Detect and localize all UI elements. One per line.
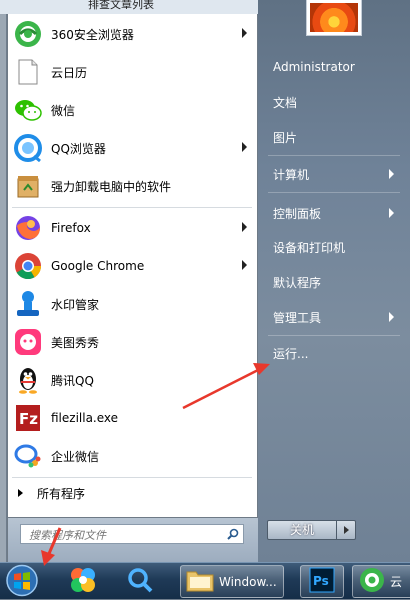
taskbar-item-360-browser[interactable]: 云 <box>352 565 410 598</box>
program-label: filezilla.exe <box>51 411 119 425</box>
uninstaller-icon <box>13 171 43 201</box>
submenu-arrow-icon <box>389 312 394 322</box>
taskbar-item-pinwheel[interactable] <box>62 565 104 598</box>
search-area <box>7 518 258 562</box>
program-label: Firefox <box>51 221 91 235</box>
program-qq-browser[interactable]: QQ浏览器 <box>8 129 257 167</box>
svg-text:Fz: Fz <box>19 410 38 428</box>
pinwheel-app-icon <box>68 565 98 598</box>
taskbar-item-windows-explorer[interactable]: Window... <box>180 565 284 598</box>
chevron-right-icon <box>344 526 349 534</box>
separator <box>268 155 400 156</box>
windows-start-orb-icon <box>4 564 40 600</box>
search-box[interactable] <box>20 524 244 544</box>
menu-item-run[interactable]: 运行... <box>266 336 404 370</box>
program-label: 美图秀秀 <box>51 335 100 350</box>
program-label: 360安全浏览器 <box>51 27 134 42</box>
meitu-icon <box>13 327 43 357</box>
program-meitu[interactable]: 美图秀秀 <box>8 323 257 361</box>
program-label: 云日历 <box>51 65 88 80</box>
program-wecom[interactable]: 企业微信 <box>8 437 257 475</box>
program-label: 腾讯QQ <box>51 373 94 388</box>
wechat-icon <box>13 95 43 125</box>
submenu-arrow-icon <box>389 169 394 179</box>
start-menu-programs-pane: 360安全浏览器 云日历 微信 QQ浏览器 强力卸载电脑中的软件 Firefox <box>7 14 258 518</box>
program-cloud-calendar[interactable]: 云日历 <box>8 53 257 91</box>
program-label: 企业微信 <box>51 449 100 464</box>
search-app-icon <box>126 566 154 597</box>
separator <box>12 207 252 208</box>
menu-item-documents[interactable]: 文档 <box>266 85 404 119</box>
qq-penguin-icon <box>13 365 43 395</box>
watermark-manager-icon <box>13 289 43 319</box>
separator <box>12 477 252 478</box>
menu-item-label: 控制面板 <box>273 206 322 221</box>
wecom-icon <box>13 441 43 471</box>
submenu-arrow-icon <box>242 28 247 38</box>
start-menu-left-edge <box>0 14 6 562</box>
search-icon[interactable] <box>227 528 239 543</box>
program-label: 微信 <box>51 103 76 118</box>
shutdown-button[interactable]: 关机 <box>267 520 337 540</box>
program-label: 水印管家 <box>51 297 100 312</box>
expand-triangle-icon <box>18 489 23 497</box>
menu-item-devices-printers[interactable]: 设备和打印机 <box>266 230 404 264</box>
svg-text:Ps: Ps <box>313 574 329 588</box>
program-watermark-manager[interactable]: 水印管家 <box>8 285 257 323</box>
program-label: 强力卸载电脑中的软件 <box>51 179 172 194</box>
menu-item-label: 图片 <box>273 130 298 145</box>
program-label: QQ浏览器 <box>51 141 106 156</box>
qq-browser-icon <box>13 133 43 163</box>
360-browser-icon <box>13 19 43 49</box>
menu-item-default-programs[interactable]: 默认程序 <box>266 265 404 299</box>
chrome-icon <box>13 251 43 281</box>
menu-item-control-panel[interactable]: 控制面板 <box>266 196 404 230</box>
menu-item-label: 计算机 <box>273 167 310 182</box>
start-button[interactable] <box>4 564 46 600</box>
menu-item-admin-tools[interactable]: 管理工具 <box>266 300 404 334</box>
search-input[interactable] <box>27 526 221 544</box>
submenu-arrow-icon <box>242 142 247 152</box>
taskbar-item-photoshop[interactable]: Ps <box>300 565 344 598</box>
user-avatar[interactable] <box>306 0 362 36</box>
photoshop-icon: Ps <box>309 567 335 596</box>
menu-item-computer[interactable]: 计算机 <box>266 157 404 191</box>
filezilla-icon: Fz <box>13 403 43 433</box>
taskbar-item-label: Window... <box>219 574 277 589</box>
program-tencent-qq[interactable]: 腾讯QQ <box>8 361 257 399</box>
all-programs-label: 所有程序 <box>37 486 86 501</box>
taskbar-item-search[interactable] <box>118 565 162 598</box>
program-filezilla[interactable]: Fz filezilla.exe <box>8 399 257 437</box>
submenu-arrow-icon <box>242 260 247 270</box>
shutdown-options-button[interactable] <box>336 520 356 540</box>
program-firefox[interactable]: Firefox <box>8 209 257 247</box>
taskbar-item-label: 云 <box>390 575 403 589</box>
all-programs-button[interactable]: 所有程序 <box>8 480 257 506</box>
menu-item-label: 管理工具 <box>273 310 322 325</box>
flower-picture-icon <box>310 3 358 32</box>
menu-item-administrator[interactable]: Administrator <box>266 50 404 84</box>
separator <box>268 192 400 193</box>
submenu-arrow-icon <box>242 222 247 232</box>
360-browser-icon <box>359 567 385 596</box>
menu-item-label: 运行... <box>273 346 309 361</box>
program-label: Google Chrome <box>51 259 145 273</box>
menu-item-label: 默认程序 <box>273 275 322 290</box>
menu-item-label: 文档 <box>273 95 298 110</box>
program-uninstaller[interactable]: 强力卸载电脑中的软件 <box>8 167 257 205</box>
taskbar: Window... Ps 云 <box>0 562 410 599</box>
menu-item-label: Administrator <box>273 60 355 74</box>
firefox-icon <box>13 213 43 243</box>
menu-item-pictures[interactable]: 图片 <box>266 120 404 154</box>
program-wechat[interactable]: 微信 <box>8 91 257 129</box>
submenu-arrow-icon <box>389 208 394 218</box>
menu-item-label: 设备和打印机 <box>273 240 346 255</box>
program-google-chrome[interactable]: Google Chrome <box>8 247 257 285</box>
calendar-doc-icon <box>13 57 43 87</box>
folder-icon <box>186 568 214 595</box>
program-360-browser[interactable]: 360安全浏览器 <box>8 15 257 53</box>
background-title-text: 排查文章列表 <box>88 0 154 11</box>
